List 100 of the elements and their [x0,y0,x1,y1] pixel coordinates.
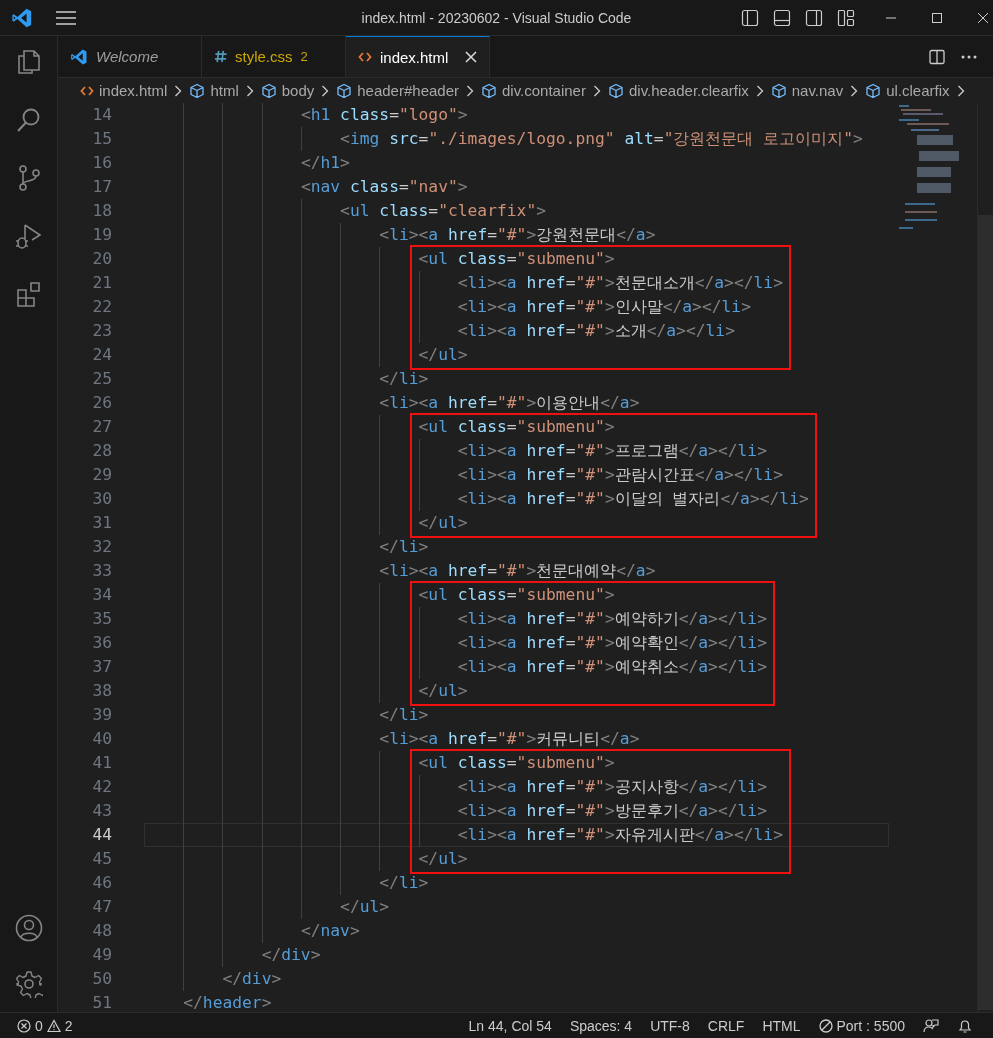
code-line: <li><a href="#">이용안내</a> [144,391,640,415]
code-line: <li><a href="#">소개</a></li> [144,319,735,343]
line-number: 22 [91,296,112,318]
line-number: 51 [91,992,112,1012]
code-brackets-icon [358,51,372,63]
line-number: 36 [91,632,112,654]
line-number: 16 [91,152,112,174]
maximize-icon[interactable] [931,11,943,24]
hash-icon [214,50,227,63]
code-line: <li><a href="#">예약하기</a></li> [144,607,767,631]
account-icon[interactable] [14,914,43,942]
warning-count: 2 [64,1017,73,1034]
chevron-right-icon [850,84,859,97]
chevron-right-icon [174,84,183,97]
line-number: 19 [91,224,112,246]
line-number: 23 [91,320,112,342]
status-item[interactable]: CRLF [707,1017,745,1034]
line-number: 46 [91,872,112,894]
code-line: <h1 class="logo"> [144,103,468,127]
chevron-right-icon [755,84,764,97]
line-number: 30 [91,488,112,510]
breadcrumb-item[interactable]: body [281,82,315,99]
menu-icon[interactable] [56,10,76,25]
status-item[interactable]: Spaces: 4 [569,1017,633,1034]
line-number: 39 [91,704,112,726]
code-line: <ul class="submenu"> [144,247,615,271]
breadcrumb-item[interactable]: header#header [357,82,459,99]
tab-label: style.css [235,48,293,65]
code-line: <li><a href="#">이달의 별자리</a></li> [144,487,809,511]
breadcrumb-item[interactable]: nav.nav [791,82,844,99]
line-number: 17 [91,176,112,198]
code-line: </nav> [144,919,360,943]
code-line: <li><a href="#">자유게시판</a></li> [144,823,783,847]
editor-tab[interactable]: index.html [346,36,490,77]
code-line: <ul class="submenu"> [144,415,615,439]
cube-icon [336,82,353,99]
line-number: 31 [91,512,112,534]
bell-icon[interactable] [957,1017,973,1034]
code-line: </div> [144,967,282,991]
line-number: 44 [91,824,112,846]
close-icon[interactable] [465,51,477,63]
vscode-logo-icon [70,47,88,66]
editor-tab[interactable]: Welcome [58,36,202,77]
line-number: 43 [91,800,112,822]
run-debug-icon[interactable] [14,222,43,250]
line-number: 49 [91,944,112,966]
feedback-icon[interactable] [923,1017,939,1034]
code-brackets-icon [80,84,94,97]
line-number: 25 [91,368,112,390]
code-line: </ul> [144,679,468,703]
secondary-sidebar-icon[interactable] [805,8,823,27]
extensions-icon[interactable] [14,280,43,308]
error-icon [17,1018,31,1033]
breadcrumb-item[interactable]: html [210,82,239,99]
code-line: <li><a href="#">강원천문대</a> [144,223,656,247]
live-server-status[interactable]: Port : 5500 [818,1017,905,1034]
breadcrumb-item[interactable]: ul.clearfix [886,82,950,99]
code-line: </div> [144,943,321,967]
line-number: 28 [91,440,112,462]
layout-grid-icon[interactable] [837,8,855,27]
line-number: 32 [91,536,112,558]
code-line: </ul> [144,511,468,535]
line-number: 20 [91,248,112,270]
line-number: 47 [91,896,112,918]
code-line: </li> [144,871,429,895]
status-item[interactable]: UTF-8 [650,1017,690,1034]
more-actions-icon[interactable] [961,54,977,59]
code-line: <li><a href="#">천문대소개</a></li> [144,271,783,295]
cube-icon [260,82,277,99]
cube-icon [865,82,882,99]
breadcrumb-item[interactable]: div.container [502,82,586,99]
code-line: </ul> [144,847,468,871]
split-editor-icon[interactable] [929,48,945,65]
line-number: 45 [91,848,112,870]
warning-icon [46,1018,61,1033]
line-number: 33 [91,560,112,582]
code-line: <li><a href="#">예약확인</a></li> [144,631,767,655]
chevron-right-icon [466,84,474,97]
breadcrumb-item[interactable]: div.header.clearfix [628,82,749,99]
sidebar-layout-icon[interactable] [741,8,759,27]
line-number: 48 [91,920,112,942]
settings-icon[interactable] [14,970,43,998]
line-number: 35 [91,608,112,630]
code-line: </ul> [144,895,390,919]
code-line: </header> [182,992,272,1012]
code-line: </li> [144,367,429,391]
close-icon[interactable] [977,11,989,24]
breadcrumb-item[interactable]: index.html [99,82,168,99]
cube-icon [189,82,206,99]
problem-count: 2 [300,49,308,64]
window-title: index.html - 20230602 - Visual Studio Code [361,9,632,26]
status-item[interactable]: HTML [762,1017,801,1034]
chevron-right-icon [321,84,330,97]
code-line: </li> [144,703,429,727]
line-number: 29 [91,464,112,486]
code-line: <ul class="submenu"> [144,751,615,775]
line-number: 18 [91,200,112,222]
status-item[interactable]: Ln 44, Col 54 [468,1017,552,1034]
panel-layout-icon[interactable] [773,8,791,27]
problems-status[interactable]: 0 2 [17,1017,73,1034]
